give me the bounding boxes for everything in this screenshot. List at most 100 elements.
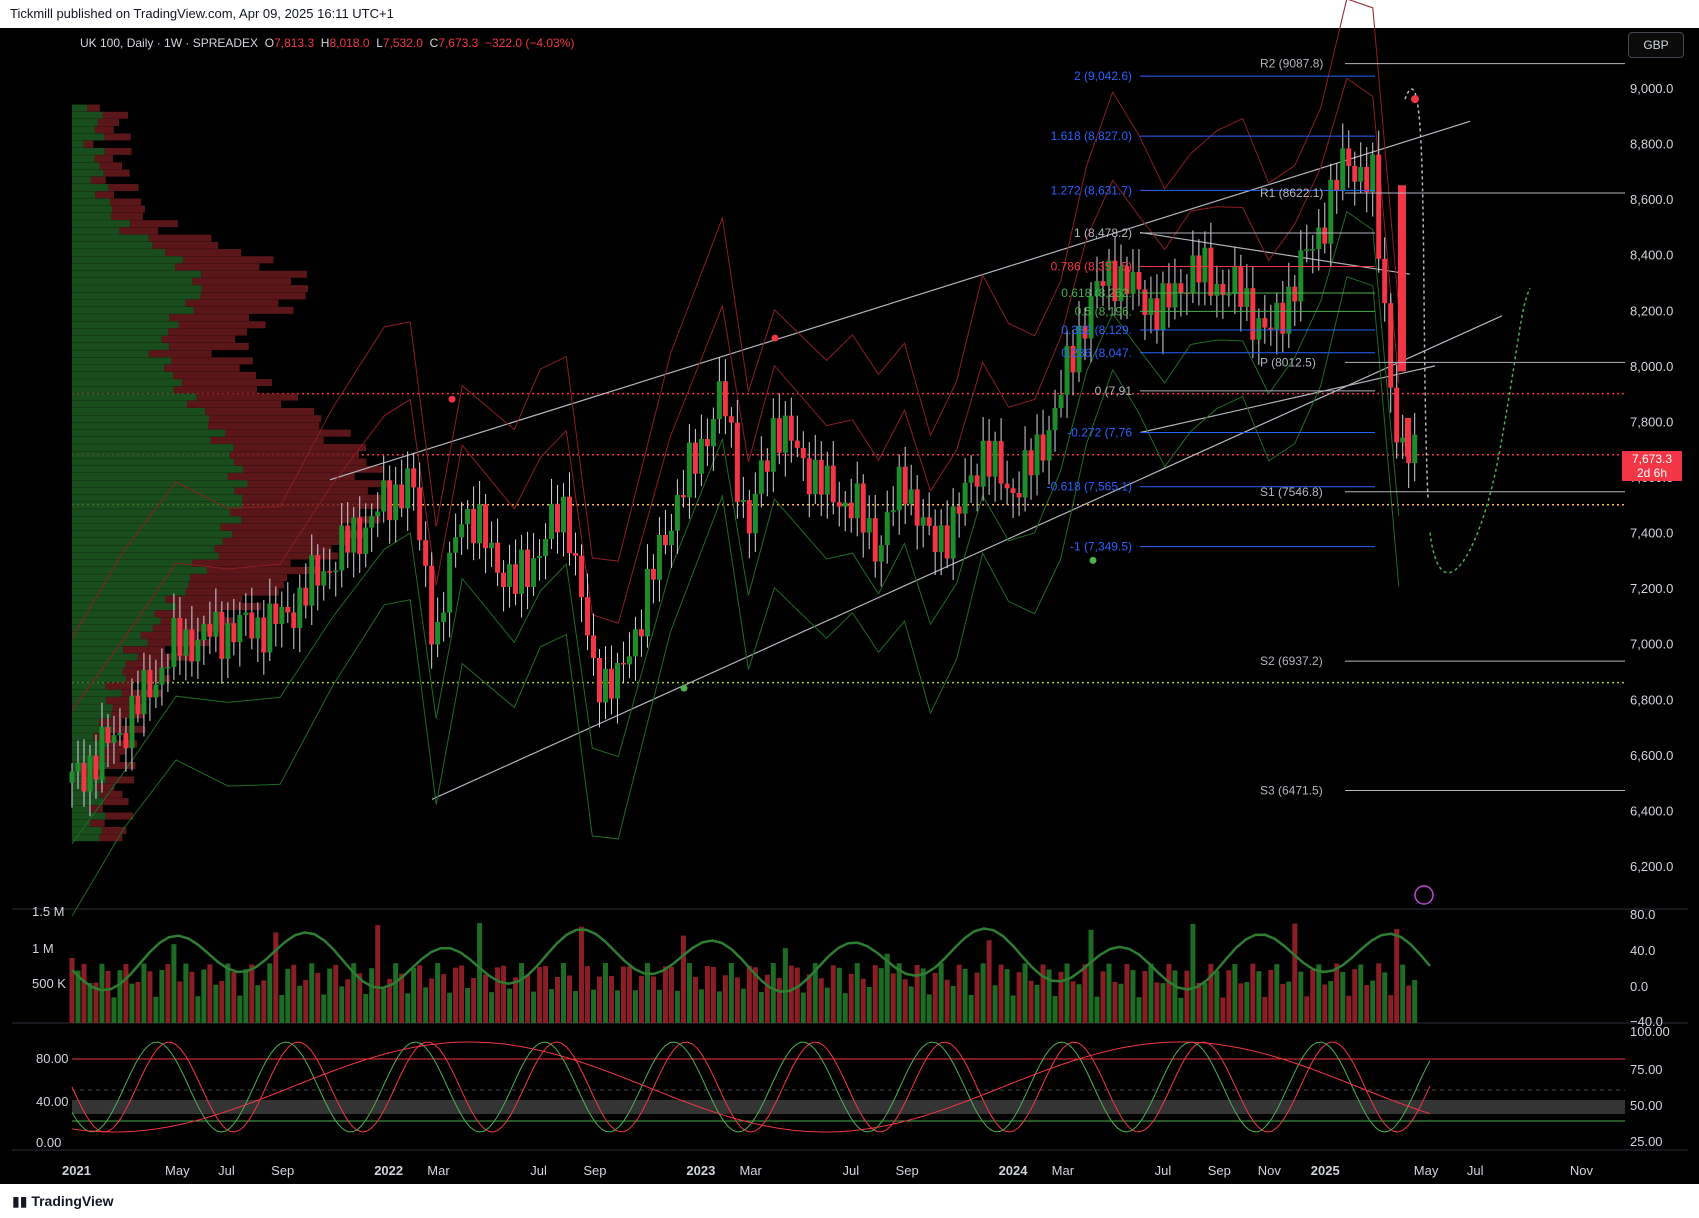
volume-profile-bar xyxy=(72,400,188,408)
volume-bar xyxy=(399,973,405,1023)
candle-body xyxy=(1034,434,1040,476)
chart-svg[interactable]: 9,000.0 8,800.0 8,600.0 8,400.0 8,200.0 8,000… xyxy=(0,0,1699,1218)
volume-profile-bar xyxy=(72,227,120,235)
price-axis-tick: 7,400.0 xyxy=(1630,526,1673,541)
volume-bar xyxy=(998,964,1004,1023)
volume-profile-bar xyxy=(72,574,191,582)
candle-body xyxy=(381,480,387,512)
lower-band-line xyxy=(71,276,1400,917)
volume-profile-bar xyxy=(72,530,233,538)
volume-profile-bar xyxy=(168,328,248,336)
currency-button[interactable]: GBP xyxy=(1628,32,1684,58)
volume-bar xyxy=(770,963,776,1023)
tradingview-logo-icon[interactable]: ▮▮ xyxy=(12,1193,31,1209)
volume-bar xyxy=(1334,963,1340,1023)
candle-body xyxy=(734,422,740,503)
volume-profile-bar xyxy=(106,761,136,769)
candle-body xyxy=(818,459,824,495)
candle-body xyxy=(363,527,369,554)
volume-bar xyxy=(854,963,860,1023)
candle-body xyxy=(357,517,363,554)
candle-body xyxy=(842,502,848,507)
candle-body xyxy=(830,465,836,503)
volume-bar xyxy=(1190,923,1196,1023)
volume-bar xyxy=(561,963,567,1023)
candle-body xyxy=(255,617,261,639)
volume-bar xyxy=(1322,984,1328,1023)
candle-body xyxy=(447,552,453,613)
volume-bar xyxy=(848,973,854,1023)
price-axis-tick: 7,800.0 xyxy=(1630,414,1673,429)
volume-bar xyxy=(1376,963,1382,1023)
candle-body xyxy=(596,657,602,703)
candle-body xyxy=(405,468,411,509)
time-axis-tick: 2025 xyxy=(1311,1163,1340,1178)
volume-bar xyxy=(501,965,507,1023)
volume-bar xyxy=(567,975,573,1023)
volume-bar xyxy=(117,970,123,1023)
volume-bar xyxy=(1310,969,1316,1023)
volume-bar xyxy=(99,963,105,1023)
candle-body xyxy=(728,416,734,423)
candle-body xyxy=(159,667,165,685)
candle-body xyxy=(758,460,764,494)
volume-profile-bar xyxy=(94,126,114,134)
candle-body xyxy=(1166,283,1172,308)
volume-profile-bar xyxy=(72,306,194,314)
volume-profile-bar xyxy=(72,198,111,206)
volume-bar xyxy=(764,974,770,1023)
volume-bar xyxy=(890,973,896,1023)
volume-profile-bar xyxy=(103,798,129,806)
volume-profile-bar xyxy=(97,119,120,127)
volume-profile-bar xyxy=(72,342,170,350)
volume-profile-bar xyxy=(72,335,162,343)
volume-bar xyxy=(279,995,285,1023)
candle-body xyxy=(321,571,327,586)
volume-profile-bar xyxy=(72,169,104,177)
volume-bar xyxy=(746,965,752,1023)
volume-profile-bar xyxy=(72,299,186,307)
volume-bar xyxy=(1088,929,1094,1023)
candle-body xyxy=(441,612,447,623)
candle-body xyxy=(632,629,638,657)
volume-bar xyxy=(339,986,345,1023)
volume-profile-bar xyxy=(72,603,177,611)
volume-bar xyxy=(584,966,590,1023)
candle-body xyxy=(1160,283,1166,330)
candle-body xyxy=(860,483,866,533)
candle-body xyxy=(920,517,926,526)
volume-profile-bar xyxy=(72,350,149,358)
volume-bar xyxy=(1262,996,1268,1023)
low-value: 7,532.0 xyxy=(382,36,423,50)
candle-body xyxy=(1010,488,1016,494)
fib-level-label: 0.236 (8,047. xyxy=(1061,346,1132,360)
fib-level-label: 2 (9,042.6) xyxy=(1074,69,1132,83)
volume-profile-bar xyxy=(72,523,221,531)
fib-level-label: -1 (7,349.5) xyxy=(1070,540,1132,554)
volume-profile-bar xyxy=(112,725,146,733)
volume-bar xyxy=(1166,963,1172,1023)
volume-bar xyxy=(165,964,171,1023)
brand-bar: ▮▮ TradingView xyxy=(0,1184,1699,1218)
candle-body xyxy=(489,542,495,549)
volume-bar xyxy=(1052,996,1058,1023)
volume-bar xyxy=(824,987,830,1023)
volume-profile-bar xyxy=(148,234,212,242)
candle-body xyxy=(794,440,800,448)
candle-body xyxy=(411,468,417,488)
volume-bar xyxy=(459,965,465,1023)
volume-bar xyxy=(926,994,932,1023)
volume-bar xyxy=(914,964,920,1023)
volume-bar xyxy=(483,974,489,1023)
candle-body xyxy=(650,568,656,580)
candle-body xyxy=(1322,227,1328,244)
volume-profile-bar xyxy=(104,147,132,155)
volume-bar xyxy=(986,940,992,1023)
candle-body xyxy=(800,447,806,459)
volume-bar xyxy=(207,964,213,1023)
volume-profile-bar xyxy=(72,588,186,596)
volume-profile-bar xyxy=(72,140,84,148)
volume-bar xyxy=(429,978,435,1023)
candle-body xyxy=(207,624,213,637)
candle-body xyxy=(938,525,944,553)
